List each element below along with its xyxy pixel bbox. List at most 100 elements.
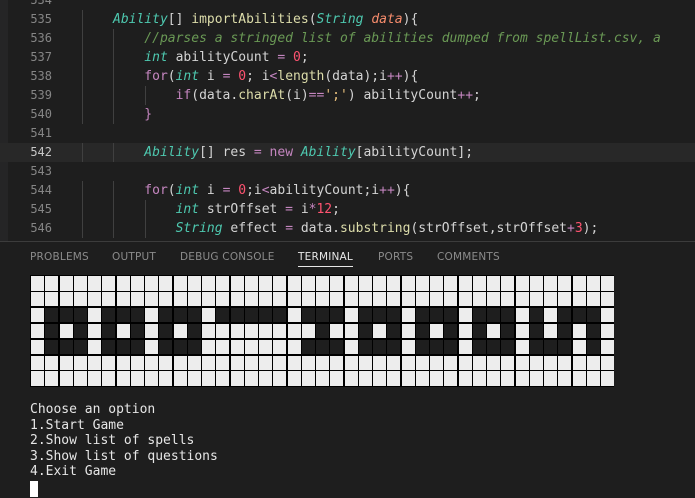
banner-cell: [572, 371, 586, 386]
banner-cell: [558, 276, 572, 291]
banner-cell-lit: [444, 307, 458, 323]
banner-cell: [159, 355, 173, 370]
banner-cell-lit: [472, 323, 486, 339]
banner-cell-lit: [586, 307, 600, 323]
banner-cell: [358, 291, 372, 307]
tab-terminal[interactable]: TERMINAL: [298, 242, 353, 272]
banner-cell: [444, 291, 458, 307]
banner-cell: [458, 339, 472, 355]
banner-cell: [401, 371, 415, 386]
terminal-menu[interactable]: Choose an option 1.Start Game 2.Show lis…: [30, 402, 218, 480]
banner-cell: [444, 371, 458, 386]
code-line[interactable]: 540}: [0, 105, 695, 124]
banner-cell: [145, 323, 158, 339]
banner-cell: [415, 371, 429, 386]
banner-cell: [515, 323, 529, 339]
banner-cell: [244, 291, 258, 307]
banner-cell: [572, 339, 586, 355]
banner-cell-lit: [358, 323, 372, 339]
banner-cell-lit: [544, 339, 557, 355]
indent-guide: [113, 48, 115, 67]
banner-cell: [273, 291, 287, 307]
banner-cell: [344, 339, 358, 355]
banner-cell-lit: [244, 307, 258, 323]
banner-cell-lit: [216, 307, 230, 323]
banner-cell-lit: [501, 339, 515, 355]
banner-cell: [401, 307, 415, 323]
banner-cell-lit: [301, 307, 315, 323]
code-line[interactable]: 537 int abilityCount = 0;: [0, 48, 695, 67]
banner-cell-lit: [116, 339, 130, 355]
code-text: if(data.charAt(i)==';') abilityCount++;: [175, 88, 481, 103]
banner-cell: [145, 355, 158, 370]
code-text: int abilityCount = 0;: [144, 50, 309, 65]
banner-cell: [401, 339, 415, 355]
banner-cell: [515, 371, 529, 386]
indent-guide: [144, 200, 146, 219]
code-line[interactable]: 542 Ability[] res = new Ability[abilityCo…: [0, 143, 695, 162]
tab-comments[interactable]: COMMENTS: [437, 242, 500, 272]
line-number: 546: [30, 221, 52, 235]
menu-option-list-questions: 3.Show list of questions: [30, 448, 218, 464]
banner-cell-lit: [501, 307, 515, 323]
banner-cell: [586, 291, 600, 307]
line-number: 545: [30, 202, 52, 216]
banner-cell-lit: [59, 339, 73, 355]
code-text: int strOffset = i*12;: [175, 202, 340, 217]
banner-cell: [415, 291, 429, 307]
code-line[interactable]: 543: [0, 162, 695, 181]
banner-cell-lit: [472, 339, 486, 355]
banner-cell-lit: [430, 339, 443, 355]
banner-cell: [515, 276, 529, 291]
banner-cell: [458, 371, 472, 386]
banner-cell: [230, 323, 244, 339]
banner-cell-lit: [130, 339, 144, 355]
code-line[interactable]: 544 for(int i = 0;i<abilityCount;i++){: [0, 181, 695, 200]
code-line[interactable]: 545 int strOffset = i*12;: [0, 200, 695, 219]
code-line[interactable]: 538 for(int i = 0; i<length(data);i++){: [0, 67, 695, 86]
code-line[interactable]: 546 String effect = data.substring(strOff…: [0, 219, 695, 238]
banner-cell-lit: [444, 323, 458, 339]
code-line[interactable]: 535 Ability[] importAbilities(String data…: [0, 10, 695, 29]
line-number: 543: [30, 164, 52, 178]
banner-cell: [444, 276, 458, 291]
banner-cell: [301, 355, 315, 370]
banner-cell-lit: [387, 339, 401, 355]
banner-cell: [287, 371, 301, 386]
code-line[interactable]: 539 if(data.charAt(i)==';') abilityCount+…: [0, 86, 695, 105]
banner-cell: [586, 276, 600, 291]
code-text: Ability[] importAbilities(String data){: [113, 12, 419, 27]
banner-cell-lit: [444, 339, 458, 355]
line-number: 539: [30, 88, 52, 102]
banner-cell: [88, 307, 101, 323]
banner-cell-lit: [358, 339, 372, 355]
indent-guide: [144, 86, 146, 105]
line-number: 538: [30, 69, 52, 83]
banner-cell: [558, 371, 572, 386]
banner-cell-lit: [316, 323, 329, 339]
code-editor[interactable]: 534 535 Ability[] importAbilities(String d…: [0, 0, 695, 241]
menu-option-list-spells: 2.Show list of spells: [30, 433, 195, 449]
banner-cell-lit: [529, 323, 543, 339]
banner-cell: [230, 276, 244, 291]
code-line[interactable]: 534: [0, 0, 695, 10]
tab-problems[interactable]: PROBLEMS: [30, 242, 89, 272]
line-number: 536: [30, 31, 52, 45]
banner-cell: [316, 276, 329, 291]
banner-cell: [330, 276, 344, 291]
code-line[interactable]: 536 //parses a stringed list of abilities…: [0, 29, 695, 48]
banner-cell: [173, 276, 187, 291]
tab-ports[interactable]: PORTS: [378, 242, 413, 272]
banner-cell: [501, 371, 515, 386]
banner-cell: [73, 371, 87, 386]
panel-tab-bar: PROBLEMS OUTPUT DEBUG CONSOLE TERMINAL P…: [0, 242, 695, 272]
tab-output[interactable]: OUTPUT: [112, 242, 156, 272]
tab-debug-console[interactable]: DEBUG CONSOLE: [180, 242, 275, 272]
banner-cell: [330, 291, 344, 307]
banner-cell: [230, 371, 244, 386]
code-line[interactable]: 541: [0, 124, 695, 143]
banner-cell: [601, 355, 614, 370]
banner-cell: [187, 371, 201, 386]
banner-cell-lit: [159, 339, 173, 355]
banner-cell: [430, 276, 443, 291]
